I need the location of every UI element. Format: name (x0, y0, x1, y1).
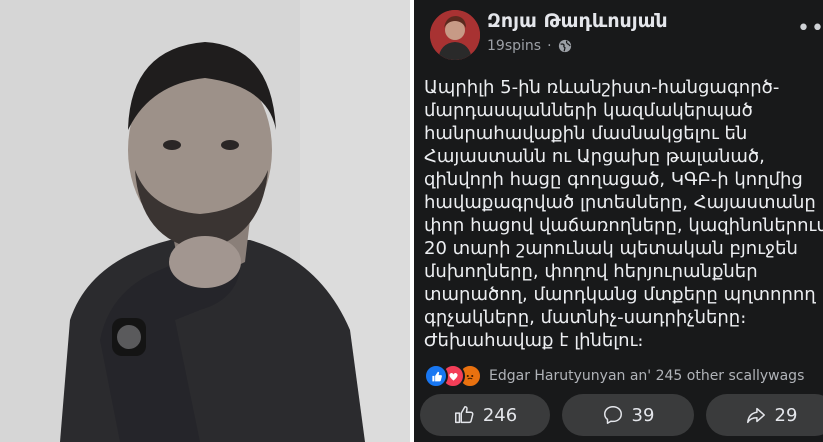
post-text-line: Ժեխահավաք է լինելու։ (424, 330, 644, 351)
reactions-text[interactable]: Edgar Harutyunyan an' 245 other scallywa… (489, 368, 804, 384)
thumbs-up-icon (454, 406, 474, 424)
post-text-line: մսխողները, փողով հերյուրանքներ (424, 261, 758, 282)
post-text-line: մարդասպանների կազմակերպած (424, 100, 753, 121)
post-timestamp[interactable]: 19spins (487, 38, 541, 54)
dot-separator: · (547, 38, 552, 54)
post-meta: 19spins · (487, 38, 572, 54)
more-options-icon[interactable]: •• (797, 16, 823, 41)
comment-button[interactable]: 39 (562, 394, 694, 436)
facebook-post: Զոյա Թադևոսյան 19spins · •• Ապրիլի 5-ին … (414, 0, 823, 442)
post-text: Ապրիլի 5-ին ռևանշիստ-հանցագործ- մարդասպա… (424, 76, 823, 352)
post-text-line: Հայաստանն ու Արցախը թալանած, (424, 146, 765, 167)
like-count: 246 (482, 404, 518, 426)
post-text-line: Ապրիլի 5-ին ռևանշիստ-հանցագործ- (424, 77, 780, 98)
reaction-icons (424, 364, 482, 388)
post-actions: 246 39 29 (420, 394, 823, 436)
man-portrait-image (0, 0, 412, 442)
reactions-summary[interactable]: Edgar Harutyunyan an' 245 other scallywa… (424, 364, 804, 388)
share-button[interactable]: 29 (706, 394, 823, 436)
post-text-line: փոր հացով վաճառողները, կազինոներում (424, 215, 823, 236)
share-arrow-icon (746, 407, 765, 424)
post-text-line: գրչակները, մատնիչ-սադրիչները։ (424, 307, 747, 328)
portrait-photo (0, 0, 412, 442)
post-text-line: հանրահավաքին մասնակցելու են (424, 123, 748, 144)
post-text-line: զինվորի հացը գողացած, ԿԳԲ-ի կողմից (424, 169, 803, 190)
comment-count: 39 (631, 404, 655, 426)
like-reaction-icon (424, 364, 448, 388)
like-button[interactable]: 246 (420, 394, 550, 436)
globe-icon[interactable] (558, 39, 572, 53)
author-avatar[interactable] (430, 10, 480, 60)
comment-icon (603, 406, 622, 424)
author-name[interactable]: Զոյա Թադևոսյան (487, 10, 668, 32)
post-text-line: տարածող, մարդկանց մտքերը պղտորող (424, 284, 816, 305)
post-text-line: 20 տարի շարունակ պետական բյուջեն (424, 238, 798, 259)
avatar-image (430, 10, 480, 60)
share-count: 29 (774, 404, 798, 426)
post-text-line: հավաքագրված լրտեսները, Հայաստանը մի (424, 192, 823, 213)
